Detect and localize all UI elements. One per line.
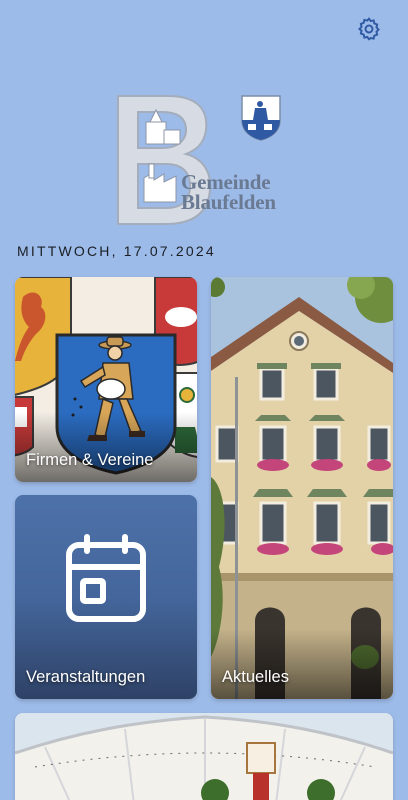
logo-line-2: Blaufelden <box>181 190 276 214</box>
logo-text: Gemeinde Blaufelden <box>181 170 276 214</box>
tile-festival[interactable] <box>15 713 393 800</box>
tile-shade <box>15 412 197 482</box>
current-date: MITTWOCH, 17.07.2024 <box>17 243 216 259</box>
festival-tent-image <box>15 713 393 800</box>
tile-label-firmen-vereine: Firmen & Vereine <box>26 451 154 469</box>
tile-shade <box>211 629 393 699</box>
logo-line-1: Gemeinde <box>181 170 271 194</box>
tile-label-veranstaltungen: Veranstaltungen <box>26 668 146 686</box>
tile-label-aktuelles: Aktuelles <box>222 668 289 686</box>
tile-veranstaltungen[interactable]: Veranstaltungen <box>15 495 197 699</box>
tile-firmen-vereine[interactable]: Firmen & Vereine <box>15 277 197 482</box>
tile-aktuelles[interactable]: Aktuelles <box>211 277 393 699</box>
settings-button[interactable] <box>356 16 382 42</box>
gear-icon <box>358 17 380 41</box>
